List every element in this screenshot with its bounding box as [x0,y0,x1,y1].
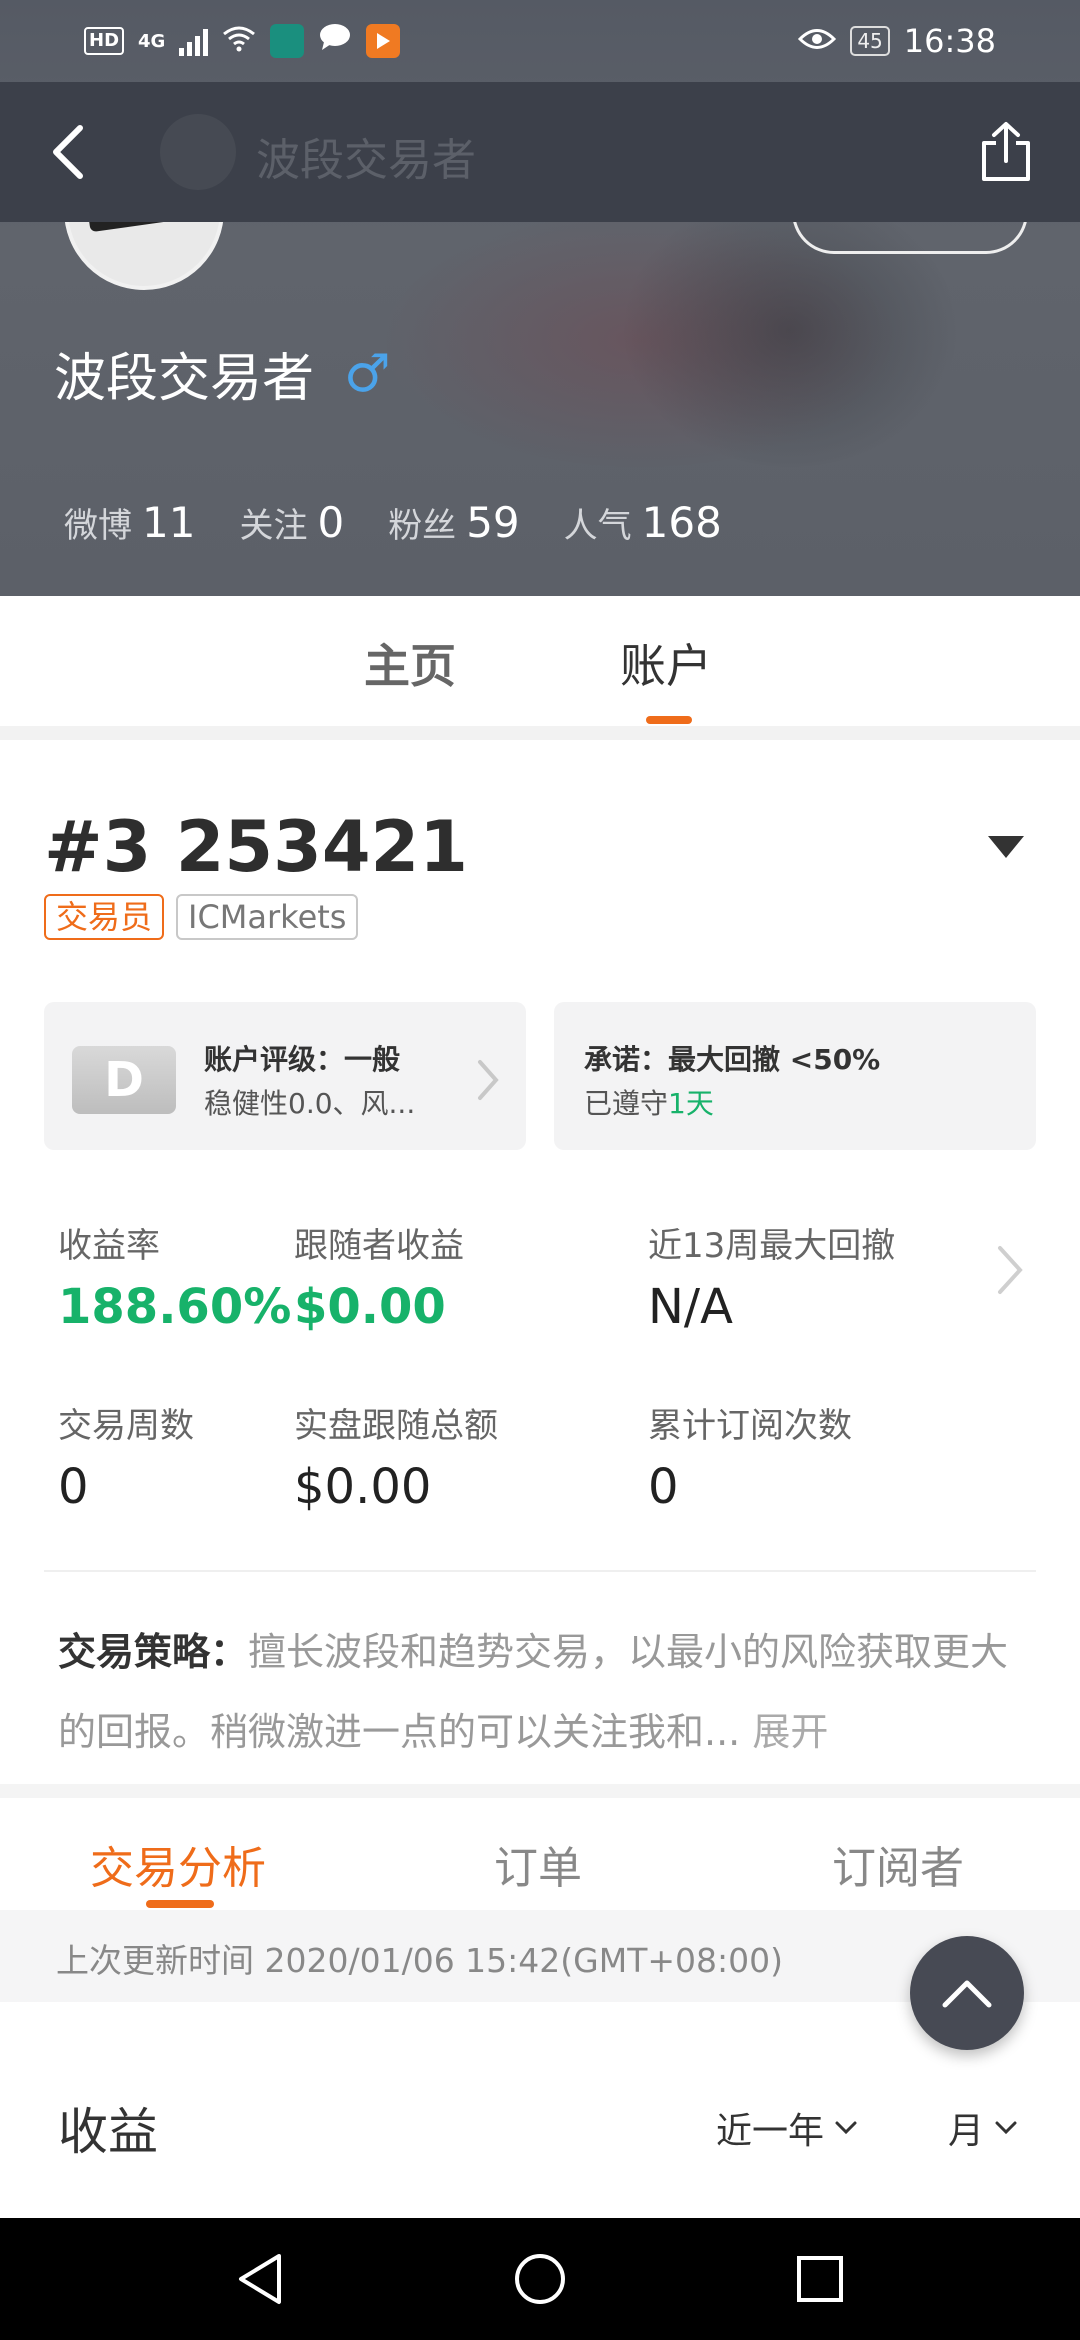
strategy-label: 交易策略： [58,1630,249,1674]
network-type: 4G [138,30,166,52]
rating-subtitle: 稳健性0.0、风... [204,1087,416,1120]
profile-header: HD 4G 45 16:38 波段交易者 波段交易者 ♂ 微博 11 关注 0 … [0,0,1080,596]
analysis-tabs: 交易分析 订单 订阅者 [0,1798,1080,1910]
nav-back-button[interactable] [230,2249,290,2309]
app-notification-icon [270,24,305,58]
divider [44,1570,1036,1572]
system-nav-bar [0,2218,1080,2340]
nav-recents-button[interactable] [790,2249,850,2309]
metric-max-drawdown[interactable]: 近13周最大回撤 N/A [648,1218,895,1335]
section-divider [0,1784,1080,1798]
metric-trading-weeks: 交易周数 0 [58,1406,194,1515]
tab-orders[interactable]: 订单 [494,1832,582,1896]
back-button[interactable] [36,120,100,184]
tab-indicator [146,1900,214,1908]
clock: 16:38 [903,22,996,60]
hd-indicator: HD [84,27,125,55]
promise-card: 承诺：最大回撤 <50% 已遵守1天 [554,1002,1036,1150]
circle-home-icon [515,2254,565,2304]
eye-icon [798,22,837,60]
video-app-icon [366,24,401,58]
status-bar: HD 4G 45 16:38 [0,0,1080,82]
metric-follower-profit: 跟随者收益 $0.00 [294,1226,464,1335]
profile-stats: 微博 11 关注 0 粉丝 59 人气 168 [64,498,722,547]
chevron-down-icon [995,2121,1017,2135]
male-icon: ♂ [344,343,391,404]
tab-subscribers[interactable]: 订阅者 [832,1832,964,1896]
share-icon [982,122,1030,181]
profile-tabs: 主页 账户 [0,596,1080,726]
role-badge: 交易员 [44,894,165,940]
chat-icon [318,22,352,60]
chevron-right-icon[interactable] [996,1244,1024,1300]
stat-popularity[interactable]: 人气 168 [564,498,722,547]
promise-title: 承诺：最大回撤 <50% [584,1043,881,1076]
grade-badge: D [72,1046,176,1114]
promise-subtitle: 已遵守1天 [584,1087,714,1120]
metric-return-rate: 收益率 188.60% [58,1226,292,1335]
expand-link[interactable]: 展开 [752,1710,828,1754]
chevron-right-icon [476,1058,500,1106]
metric-follow-total: 实盘跟随总额 $0.00 [294,1406,498,1515]
stat-weibo[interactable]: 微博 11 [64,498,195,547]
battery-icon: 45 [850,26,890,56]
metric-subscriptions: 累计订阅次数 0 [648,1406,852,1515]
share-button[interactable] [972,118,1040,186]
collapsed-title: 波段交易者 [256,135,476,186]
signal-icon [179,26,209,56]
screen: HD 4G 45 16:38 波段交易者 波段交易者 ♂ 微博 11 关注 0 … [0,0,1080,2340]
back-arrow-icon [53,125,83,179]
account-number: #3 253421 [44,806,468,888]
triangle-back-icon [239,2254,281,2304]
stat-following[interactable]: 关注 0 [239,498,344,547]
account-badges: 交易员 ICMarkets [44,894,359,940]
profile-name: 波段交易者 [54,349,315,409]
rating-title: 账户评级：一般 [204,1043,401,1076]
strategy-text: 交易策略：擅长波段和趋势交易，以最小的风险获取更大的回报。稍微激进一点的可以关注… [58,1612,1038,1772]
account-dropdown-icon[interactable] [988,836,1024,858]
tab-home[interactable]: 主页 [364,630,456,696]
top-app-bar: 波段交易者 [0,82,1080,222]
section-divider [0,726,1080,740]
range-select[interactable]: 近一年 [716,2102,858,2154]
earnings-title: 收益 [58,2103,158,2161]
collapsed-avatar [160,114,236,190]
tab-trading-analysis[interactable]: 交易分析 [90,1832,266,1896]
tab-account[interactable]: 账户 [620,630,712,696]
scroll-to-top-button[interactable] [910,1936,1024,2050]
broker-badge: ICMarkets [176,894,359,940]
tab-indicator [646,716,692,724]
period-select[interactable]: 月 [948,2102,1018,2154]
square-recents-icon [797,2256,843,2302]
nav-home-button[interactable] [510,2249,570,2309]
wifi-icon [222,22,256,60]
stat-followers[interactable]: 粉丝 59 [388,498,519,547]
profile-name-row: 波段交易者 ♂ [54,336,391,411]
chevron-down-icon [835,2121,857,2135]
last-updated-text: 上次更新时间 2020/01/06 15:42(GMT+08:00) [56,1941,783,1980]
chevron-up-icon [942,1980,992,2008]
account-rating-card[interactable]: D 账户评级：一般 稳健性0.0、风... [44,1002,526,1150]
